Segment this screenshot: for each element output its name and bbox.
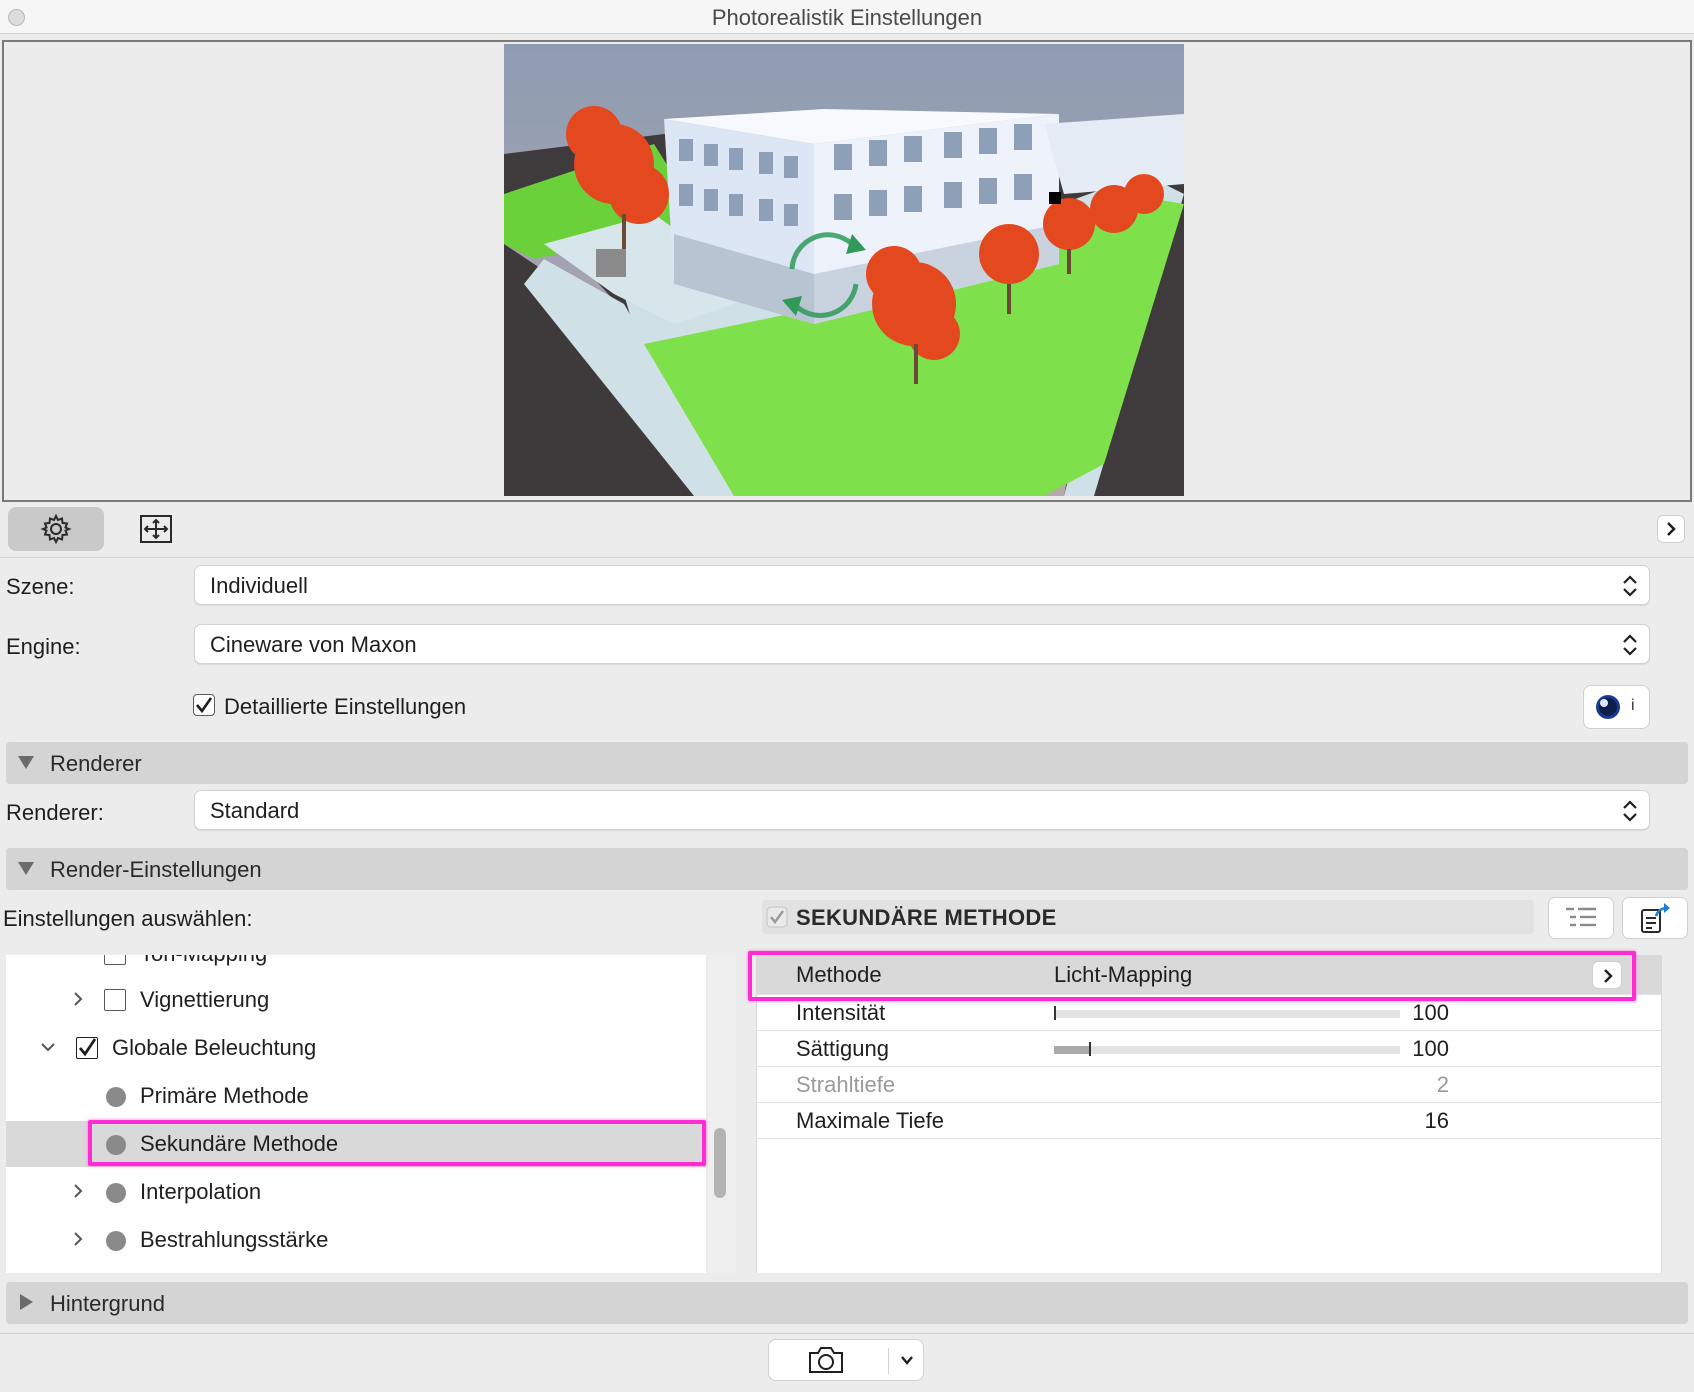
chevron-down-icon — [901, 1356, 913, 1365]
divider — [0, 557, 1694, 558]
tree-item-label: Vignettierung — [140, 987, 270, 1012]
chevron-right-icon — [1667, 522, 1676, 536]
export-settings-button[interactable] — [1622, 897, 1688, 939]
select-settings-label: Einstellungen auswählen: — [3, 906, 253, 931]
tree-item-interpolation[interactable]: Interpolation — [6, 1169, 706, 1215]
settings-tab-button[interactable] — [8, 507, 104, 551]
render-options-dropdown[interactable] — [889, 1340, 924, 1380]
updown-arrows-icon — [1623, 575, 1637, 597]
tree-item-ton-mapping[interactable]: Ton-Mapping — [6, 955, 706, 977]
status-dot — [106, 1087, 126, 1107]
list-view-button[interactable] — [1548, 897, 1614, 939]
render-camera-button[interactable] — [769, 1340, 888, 1380]
renderer-label: Renderer: — [6, 800, 104, 825]
resize-frame-icon — [140, 515, 172, 543]
disclosure-down-icon — [18, 862, 34, 875]
updown-arrows-icon — [1623, 800, 1637, 822]
cinema4d-info-icon — [1596, 695, 1620, 719]
footer-divider — [0, 1333, 1694, 1334]
chevron-right-icon[interactable] — [70, 991, 86, 1007]
tree-item-label: Primäre Methode — [140, 1083, 309, 1108]
intensity-row[interactable]: Intensität 100 — [756, 995, 1662, 1031]
intensity-name: Intensität — [796, 1000, 886, 1025]
checkbox[interactable] — [76, 1037, 98, 1059]
ray-depth-value: 2 — [1436, 1072, 1449, 1097]
saturation-slider[interactable] — [1054, 1042, 1400, 1056]
window-title: Photorealistik Einstellungen — [711, 5, 983, 30]
engine-label: Engine: — [6, 634, 81, 659]
engine-select[interactable]: Cineware von Maxon — [194, 624, 1650, 664]
tree-item-globale-beleuchtung[interactable]: Globale Beleuchtung — [6, 1025, 706, 1071]
disclosure-right-icon — [20, 1294, 33, 1310]
title-bar: Photorealistik Einstellungen — [0, 0, 1694, 34]
highlight-selected-tree-item — [88, 1120, 706, 1166]
detailed-settings-checkbox[interactable] — [193, 694, 215, 716]
group-checkbox-icon[interactable] — [766, 906, 788, 928]
gear-icon — [40, 513, 72, 545]
tree-item-label: Ton-Mapping — [140, 955, 267, 967]
chevron-right-icon[interactable] — [70, 1183, 86, 1199]
slider-fill — [1054, 1046, 1089, 1054]
export-document-icon — [1641, 903, 1670, 933]
cinema4d-info-button[interactable]: i — [1583, 685, 1650, 729]
scene-select[interactable]: Individuell — [194, 565, 1650, 605]
render-settings-section-title: Render-Einstellungen — [50, 857, 262, 882]
scene-value: Individuell — [210, 573, 308, 598]
status-dot — [106, 1231, 126, 1251]
max-depth-row[interactable]: Maximale Tiefe 16 — [756, 1103, 1662, 1139]
scene-label: Szene: — [6, 574, 75, 599]
tree-item-primaere-methode[interactable]: Primäre Methode — [6, 1073, 706, 1119]
group-title: SEKUNDÄRE METHODE — [796, 905, 1057, 930]
size-tab-button[interactable] — [132, 507, 180, 551]
slider-knob[interactable] — [1054, 1006, 1056, 1020]
chevron-right-icon[interactable] — [70, 1231, 86, 1247]
tree-item-label: Interpolation — [140, 1179, 262, 1204]
disclosure-down-icon — [18, 756, 34, 769]
tree-list-icon — [1566, 907, 1596, 927]
render-preview-image — [504, 44, 1184, 496]
saturation-name: Sättigung — [796, 1036, 889, 1061]
saturation-row[interactable]: Sättigung 100 — [756, 1031, 1662, 1067]
checkbox[interactable] — [104, 955, 126, 965]
max-depth-value[interactable]: 16 — [1425, 1108, 1449, 1134]
renderer-select[interactable]: Standard — [194, 790, 1650, 830]
tree-scrollbar-track[interactable] — [708, 955, 736, 1273]
saturation-value[interactable]: 100 — [1412, 1036, 1449, 1062]
intensity-slider[interactable] — [1054, 1006, 1400, 1020]
info-letter: i — [1631, 697, 1635, 714]
renderer-value: Standard — [210, 798, 300, 823]
tree-item-label: Bestrahlungsstärke — [140, 1227, 329, 1252]
expand-panel-button[interactable] — [1657, 515, 1685, 543]
ray-depth-row: Strahltiefe 2 — [756, 1067, 1662, 1103]
checkbox[interactable] — [104, 989, 126, 1011]
tree-item-label: Globale Beleuchtung — [112, 1035, 317, 1060]
chevron-down-icon[interactable] — [40, 1039, 56, 1055]
render-settings-section-header[interactable]: Render-Einstellungen — [6, 848, 1688, 890]
tree-item-vignettierung[interactable]: Vignettierung — [6, 977, 706, 1023]
ray-depth-name: Strahltiefe — [796, 1072, 896, 1097]
background-section-header[interactable]: Hintergrund — [6, 1282, 1688, 1324]
settings-tree: Ton-Mapping Vignettierung Globale Beleuc… — [6, 955, 706, 1273]
intensity-value[interactable]: 100 — [1412, 1000, 1449, 1026]
max-depth-name: Maximale Tiefe — [796, 1108, 944, 1133]
camera-icon — [809, 1347, 843, 1373]
status-dot — [106, 1183, 126, 1203]
highlight-method-row — [748, 951, 1636, 1001]
group-header: SEKUNDÄRE METHODE — [762, 900, 1534, 934]
updown-arrows-icon — [1623, 634, 1637, 656]
slider-knob[interactable] — [1089, 1042, 1091, 1056]
background-section-title: Hintergrund — [50, 1291, 165, 1316]
renderer-section-title: Renderer — [50, 751, 142, 776]
checkmark-icon — [78, 1038, 97, 1057]
checkmark-icon — [196, 697, 213, 714]
renderer-section-header[interactable]: Renderer — [6, 742, 1688, 784]
tree-scrollbar-thumb[interactable] — [714, 1128, 726, 1198]
tree-item-bestrahlungsstaerke[interactable]: Bestrahlungsstärke — [6, 1217, 706, 1263]
engine-value: Cineware von Maxon — [210, 632, 417, 657]
detailed-settings-label: Detaillierte Einstellungen — [224, 694, 467, 719]
render-button-group — [768, 1339, 924, 1381]
